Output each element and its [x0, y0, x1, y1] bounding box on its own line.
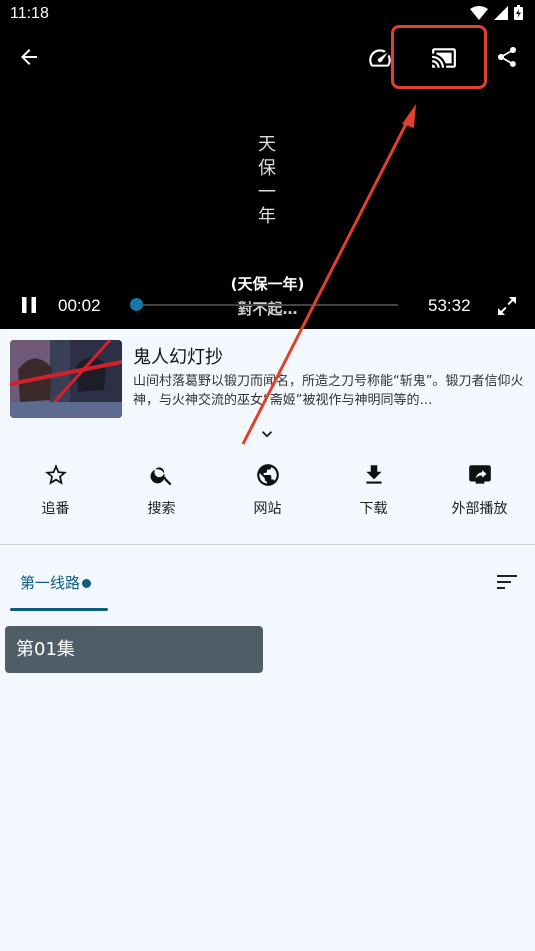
tab-indicator-dot [82, 579, 92, 588]
battery-icon [514, 5, 523, 20]
arrow-left-icon [21, 49, 37, 65]
action-label: 追番 [41, 501, 70, 517]
download-button[interactable]: 下载 [320, 462, 427, 518]
website-button[interactable]: 网站 [214, 462, 321, 518]
fullscreen-button[interactable] [494, 293, 520, 319]
video-frame-text: 天 保 一 年 [257, 133, 277, 229]
pause-icon [22, 297, 36, 313]
cast-highlight-box [391, 25, 487, 89]
expand-description-button[interactable] [257, 424, 277, 448]
seek-bar[interactable] [136, 304, 398, 306]
video-char: 一 [258, 182, 276, 203]
action-label: 下载 [359, 501, 388, 517]
video-char: 年 [258, 206, 276, 227]
section-divider [0, 544, 535, 545]
search-icon [150, 467, 172, 486]
playback-speed-button[interactable] [366, 44, 394, 72]
globe-icon [256, 464, 279, 486]
poster-image [10, 340, 122, 418]
action-bar: 追番 搜索 网站 下载 外部播放 [0, 462, 535, 524]
anime-poster[interactable] [10, 340, 122, 418]
action-label: 搜索 [147, 501, 176, 517]
status-time: 11:18 [10, 5, 49, 22]
episode-item[interactable]: 第01集 [5, 626, 263, 673]
search-button[interactable]: 搜索 [108, 462, 215, 518]
external-play-icon [468, 465, 491, 484]
signal-icon [494, 5, 508, 20]
status-icons [470, 5, 523, 20]
wifi-icon [470, 5, 488, 20]
action-label: 网站 [253, 501, 282, 517]
speedometer-icon [369, 49, 391, 67]
download-icon [365, 465, 382, 484]
subtitle-line-1: (天保一年) [230, 275, 305, 293]
sort-button[interactable] [495, 573, 519, 597]
share-button[interactable] [494, 44, 520, 70]
action-label: 外部播放 [451, 501, 508, 517]
current-time: 00:02 [58, 296, 101, 315]
star-outline-icon [44, 464, 67, 485]
follow-button[interactable]: 追番 [2, 462, 109, 518]
fullscreen-icon [498, 297, 516, 315]
pause-button[interactable] [17, 293, 41, 317]
external-play-button[interactable]: 外部播放 [426, 462, 533, 518]
tab-line-1[interactable]: 第一线路 [20, 572, 92, 593]
video-char: 天 [258, 134, 276, 155]
back-button[interactable] [16, 44, 42, 70]
anime-title: 鬼人幻灯抄 [133, 347, 223, 368]
tab-label: 第一线路 [20, 574, 81, 592]
anime-description[interactable]: 山间村落葛野以锻刀而闻名，所造之刀号称能“斩鬼”。锻刀者信仰火神，与火神交流的巫… [133, 372, 525, 410]
chevron-down-icon [262, 431, 272, 438]
duration-time: 53:32 [428, 296, 471, 315]
sort-icon [497, 575, 517, 589]
tab-underline [10, 608, 108, 611]
share-icon [498, 47, 516, 67]
video-char: 保 [258, 158, 276, 179]
